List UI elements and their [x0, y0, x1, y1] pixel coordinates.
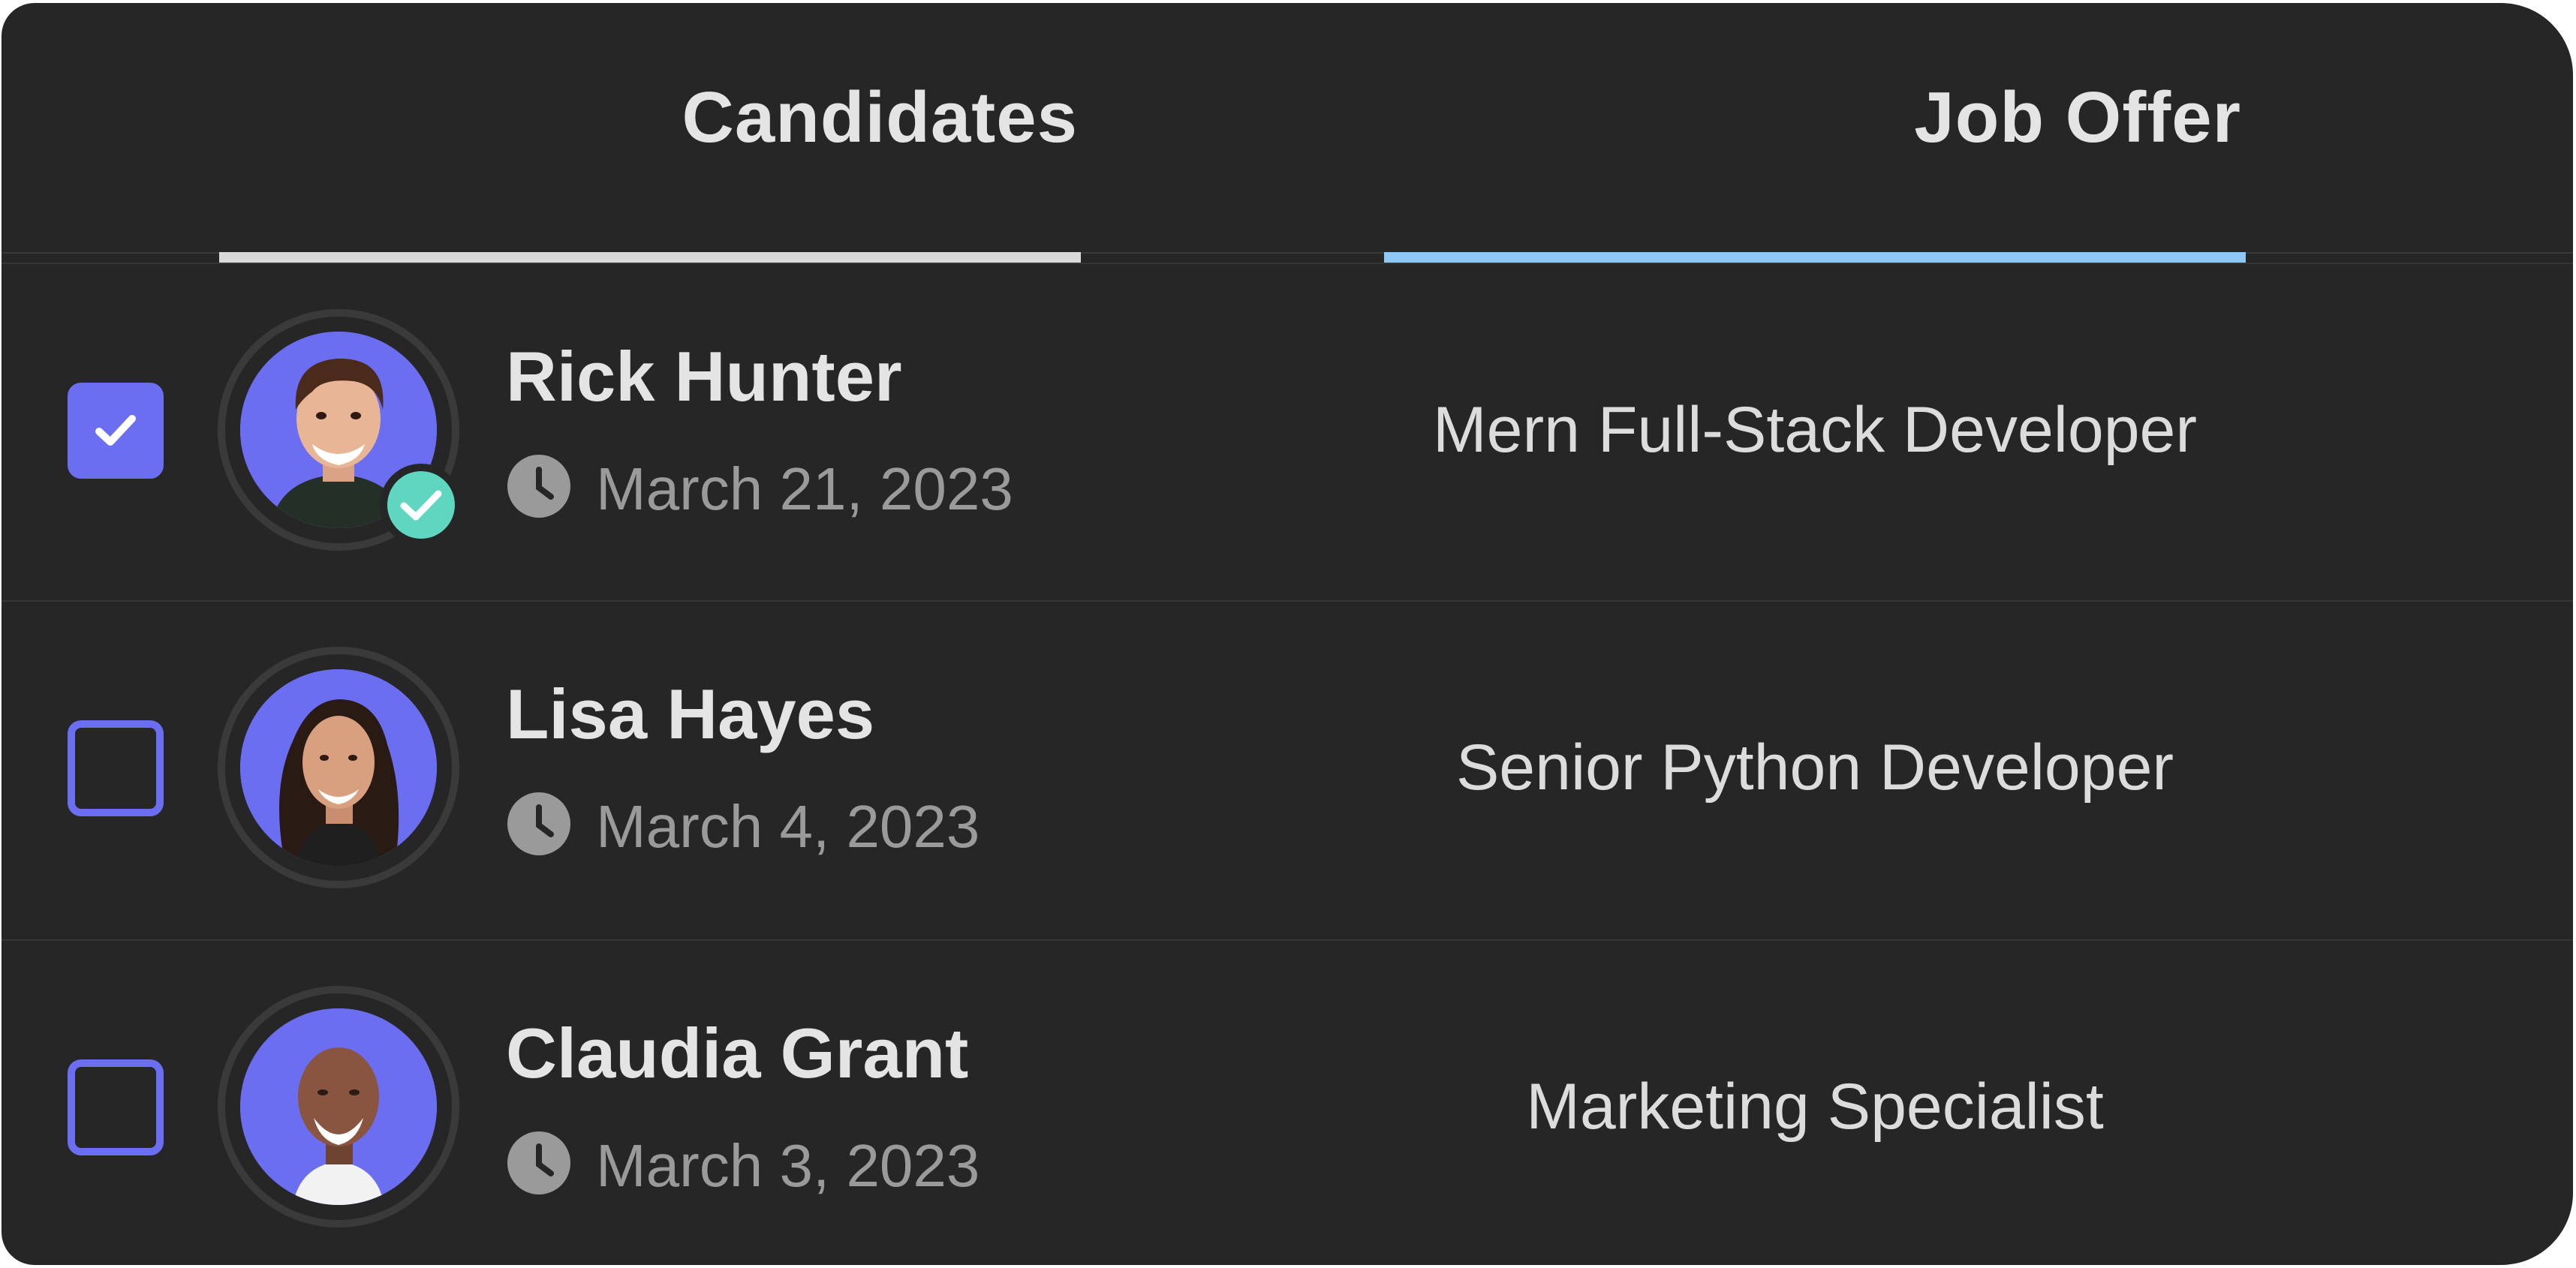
avatar-ring: [218, 647, 459, 888]
job-offer-title: Mern Full-Stack Developer: [1432, 394, 2198, 466]
avatar-portrait-icon: [240, 1008, 437, 1205]
row-checkbox[interactable]: [68, 383, 164, 479]
candidate-date-text: March 3, 2023: [596, 1132, 980, 1199]
tab-job-offer[interactable]: Job Offer: [1384, 3, 2246, 264]
candidate-date-text: March 21, 2023: [596, 455, 1013, 522]
avatar: [240, 1008, 437, 1205]
candidate-name: Rick Hunter: [506, 337, 902, 416]
checkmark-icon: [95, 415, 136, 446]
clock-icon: [507, 792, 570, 855]
clock-icon: [507, 1131, 570, 1194]
candidate-row[interactable]: Rick Hunter March 21, 2023 Mern Full-Sta…: [2, 263, 2573, 600]
candidate-row[interactable]: Claudia Grant March 3, 2023 Marketing Sp…: [2, 939, 2573, 1265]
candidate-name: Claudia Grant: [506, 1014, 969, 1092]
table-header: Candidates Job Offer: [2, 3, 2573, 264]
verified-check-icon: [400, 490, 442, 521]
avatar-ring: [218, 986, 459, 1227]
avatar-portrait-icon: [240, 669, 437, 866]
clock-icon: [507, 455, 570, 518]
avatar: [240, 669, 437, 866]
candidate-name: Lisa Hayes: [506, 675, 875, 753]
candidates-card: Candidates Job Offer Rick Hunter March 2…: [2, 3, 2573, 1265]
tab-job-offer-label: Job Offer: [1914, 77, 2241, 158]
job-offer-title: Senior Python Developer: [1455, 732, 2174, 804]
avatar-ring: [218, 309, 462, 551]
job-offer-title: Marketing Specialist: [1526, 1071, 2104, 1143]
candidate-row[interactable]: Lisa Hayes March 4, 2023 Senior Python D…: [2, 600, 2573, 938]
row-checkbox[interactable]: [68, 1059, 164, 1155]
tab-candidates[interactable]: Candidates: [219, 3, 1081, 264]
row-checkbox[interactable]: [68, 720, 164, 816]
verified-badge: [380, 464, 462, 546]
tab-candidates-label: Candidates: [682, 77, 1078, 158]
candidate-date-text: March 4, 2023: [596, 793, 980, 860]
